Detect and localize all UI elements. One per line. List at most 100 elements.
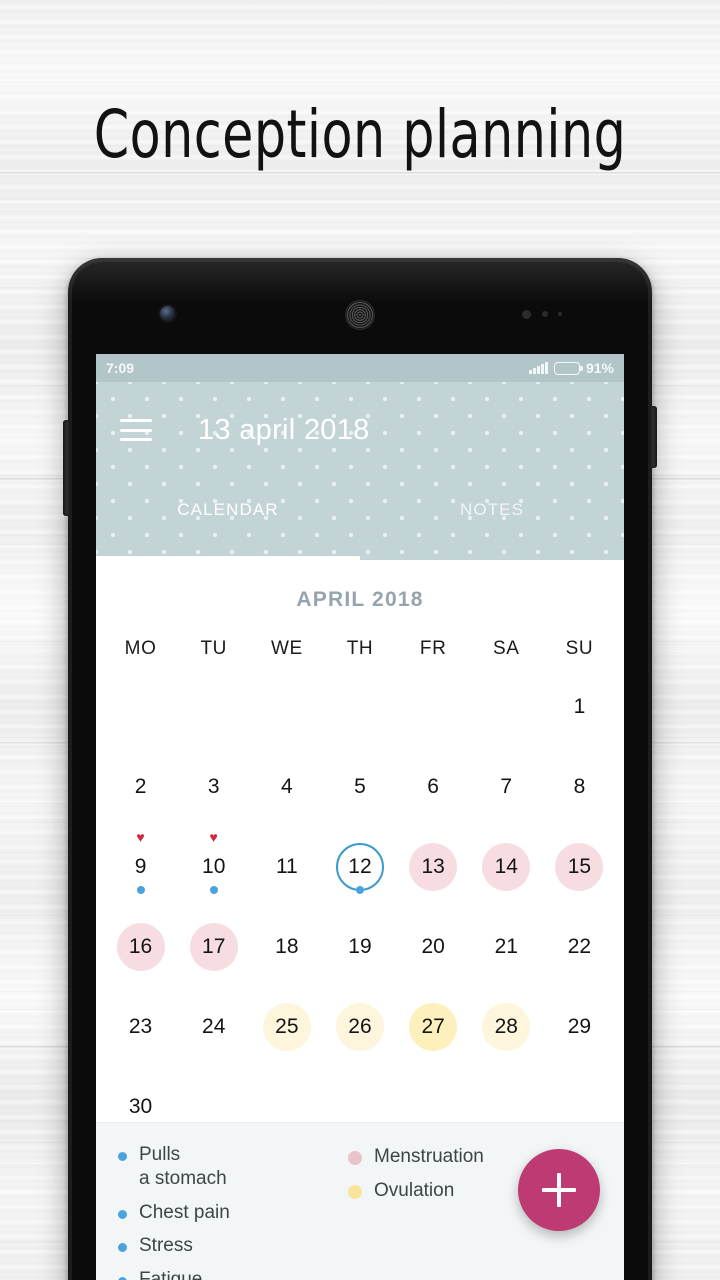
status-bar: 7:09 91%	[96, 354, 624, 382]
day-cell	[104, 674, 177, 740]
day-cell: 29	[543, 994, 616, 1060]
day-cell: 10 ♥	[177, 834, 250, 900]
calendar-grid: 1 2 3 4 5 6 7 8 9 ♥ 10 ♥ 11 12 13 14 15 16 17 18 19 20 21 22 23 2…	[96, 674, 624, 1140]
blue-dot-icon	[118, 1243, 127, 1252]
day-12[interactable]: 12	[336, 843, 384, 891]
day-19[interactable]: 19	[336, 923, 384, 971]
symptom-legend-list: Pulls a stomach Chest pain Stress Fatigue	[118, 1143, 348, 1280]
day-cell	[177, 674, 250, 740]
day-24[interactable]: 24	[190, 1003, 238, 1051]
legend-label: Menstruation	[374, 1145, 484, 1169]
day-cell: 1	[543, 674, 616, 740]
day-empty	[117, 683, 165, 731]
wood-grain	[0, 199, 720, 200]
toolbar-title: 13 april 2018	[198, 414, 370, 447]
day-13[interactable]: 13	[409, 843, 457, 891]
day-9[interactable]: 9 ♥	[117, 843, 165, 891]
day-6[interactable]: 6	[409, 763, 457, 811]
wood-grain	[0, 211, 720, 212]
day-21[interactable]: 21	[482, 923, 530, 971]
day-cell: 15	[543, 834, 616, 900]
day-8[interactable]: 8	[555, 763, 603, 811]
day-14[interactable]: 14	[482, 843, 530, 891]
wood-grain	[0, 216, 720, 217]
battery-percent-label: 91%	[586, 360, 614, 376]
pink-dot-icon	[348, 1151, 362, 1165]
day-5[interactable]: 5	[336, 763, 384, 811]
day-cell: 28	[470, 994, 543, 1060]
day-15[interactable]: 15	[555, 843, 603, 891]
day-2[interactable]: 2	[117, 763, 165, 811]
day-cell	[323, 674, 396, 740]
symptom-legend-item: Fatigue	[118, 1268, 348, 1280]
blue-dot-icon	[118, 1152, 127, 1161]
day-25[interactable]: 25	[263, 1003, 311, 1051]
hamburger-menu-icon[interactable]	[120, 419, 152, 441]
legend-label: Ovulation	[374, 1179, 454, 1203]
power-button[interactable]	[651, 406, 657, 468]
day-cell: 5	[323, 754, 396, 820]
day-empty	[336, 683, 384, 731]
tab-calendar[interactable]: CALENDAR	[96, 478, 360, 542]
day-28[interactable]: 28	[482, 1003, 530, 1051]
blue-dot-icon	[118, 1210, 127, 1219]
day-cell: 13	[397, 834, 470, 900]
day-cell: 8	[543, 754, 616, 820]
wood-grain	[0, 198, 720, 199]
weekday-label: TH	[323, 638, 396, 660]
day-17[interactable]: 17	[190, 923, 238, 971]
volume-button[interactable]	[63, 420, 69, 516]
day-10[interactable]: 10 ♥	[190, 843, 238, 891]
weekday-label: FR	[397, 638, 470, 660]
symptom-dot-icon	[210, 886, 218, 894]
day-1[interactable]: 1	[555, 683, 603, 731]
tab-notes[interactable]: NOTES	[360, 478, 624, 542]
day-20[interactable]: 20	[409, 923, 457, 971]
day-27[interactable]: 27	[409, 1003, 457, 1051]
calendar-week-row: 9 ♥ 10 ♥ 11 12 13 14 15	[96, 834, 624, 900]
day-18[interactable]: 18	[263, 923, 311, 971]
day-cell: 25	[250, 994, 323, 1060]
day-cell: 16	[104, 914, 177, 980]
day-cell: 4	[250, 754, 323, 820]
month-label: APRIL 2018	[96, 570, 624, 616]
day-22[interactable]: 22	[555, 923, 603, 971]
day-16[interactable]: 16	[117, 923, 165, 971]
symptom-dot-icon	[356, 886, 364, 894]
day-empty	[190, 683, 238, 731]
weekday-label: SA	[470, 638, 543, 660]
wood-grain	[0, 222, 720, 223]
symptom-legend-item: Chest pain	[118, 1201, 348, 1225]
wood-grain	[0, 214, 720, 215]
calendar-week-row: 16 17 18 19 20 21 22	[96, 914, 624, 980]
day-23[interactable]: 23	[117, 1003, 165, 1051]
day-cell: 21	[470, 914, 543, 980]
day-cell: 9 ♥	[104, 834, 177, 900]
day-29[interactable]: 29	[555, 1003, 603, 1051]
phase-legend-list: Menstruation Ovulation	[348, 1143, 548, 1280]
phone-device: 7:09 91% 13 april 2018 CALENDAR NOTES AP…	[68, 258, 652, 1280]
day-cell: 24	[177, 994, 250, 1060]
battery-icon	[554, 362, 580, 375]
tab-indicator	[96, 556, 360, 560]
front-camera-icon	[160, 306, 175, 321]
day-26[interactable]: 26	[336, 1003, 384, 1051]
day-4[interactable]: 4	[263, 763, 311, 811]
wood-grain	[0, 82, 720, 83]
add-entry-fab[interactable]	[518, 1149, 600, 1231]
legend-label: Stress	[139, 1234, 193, 1258]
day-cell	[250, 674, 323, 740]
legend-label: Chest pain	[139, 1201, 230, 1225]
legend-label: Fatigue	[139, 1268, 202, 1280]
page-title: Conception planning	[22, 96, 699, 173]
day-cell: 2	[104, 754, 177, 820]
toolbar: 13 april 2018	[96, 382, 624, 478]
weekday-header-row: MO TU WE TH FR SA SU	[96, 638, 624, 660]
day-cell: 22	[543, 914, 616, 980]
wood-grain	[0, 204, 720, 205]
day-11[interactable]: 11	[263, 843, 311, 891]
phase-legend-item: Menstruation	[348, 1145, 548, 1169]
day-7[interactable]: 7	[482, 763, 530, 811]
day-3[interactable]: 3	[190, 763, 238, 811]
day-cell: 18	[250, 914, 323, 980]
